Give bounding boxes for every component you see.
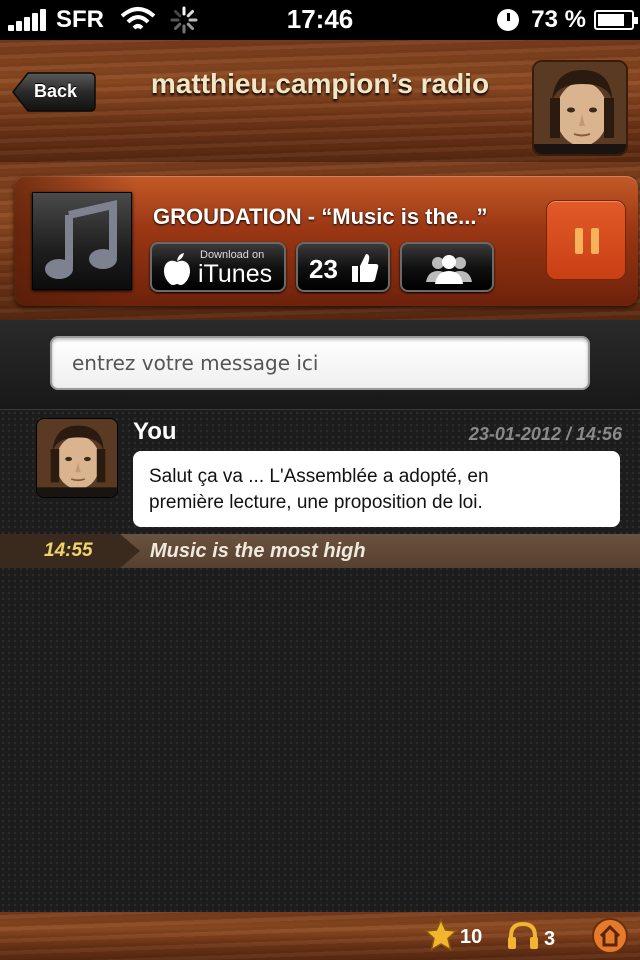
- album-art: [32, 192, 132, 290]
- star-icon: [424, 918, 458, 952]
- listener-count: 3: [544, 928, 556, 950]
- message-text-line: Salut ça va ... L'Assemblée a adopté, en: [149, 466, 489, 487]
- page-title: matthieu.campion’s radio: [150, 68, 490, 99]
- message-text-line: première lecture, une proposition de loi…: [149, 492, 483, 513]
- like-button[interactable]: 23: [296, 242, 390, 292]
- music-note-icon: [45, 199, 117, 279]
- home-button[interactable]: [592, 918, 628, 954]
- message-bubble: Salut ça va ... L'Assemblée a adopté, en…: [133, 451, 620, 527]
- message-date: 23-01-2012 / 14:56: [468, 424, 622, 444]
- thumbs-up-icon: [352, 254, 379, 282]
- star-count: 10: [460, 926, 483, 948]
- status-bar: SFR 17:46 73 %: [0, 0, 640, 40]
- group-icon: [426, 255, 472, 284]
- back-button[interactable]: Back: [12, 72, 96, 112]
- headphones-icon: [508, 921, 538, 949]
- track-event-time: 14:55: [44, 540, 93, 561]
- like-count: 23: [309, 254, 338, 284]
- listeners-button[interactable]: [400, 242, 494, 292]
- track-event-title: Music is the most high: [150, 540, 366, 562]
- message-avatar[interactable]: [36, 418, 118, 498]
- home-icon: [599, 925, 621, 947]
- message-input[interactable]: [50, 336, 590, 390]
- song-title: GROUDATION - “Music is the...”: [153, 204, 488, 229]
- battery-icon: [594, 10, 638, 30]
- apple-icon: [164, 253, 190, 285]
- back-label: Back: [34, 81, 78, 101]
- battery-percent: 73 %: [531, 6, 586, 33]
- pause-button[interactable]: [546, 200, 626, 280]
- message-author: You: [133, 418, 177, 445]
- radio-owner-avatar[interactable]: [532, 60, 628, 156]
- itunes-label: iTunes: [198, 260, 273, 288]
- download-itunes-button[interactable]: Download on iTunes: [150, 242, 286, 292]
- alarm-clock-icon: [497, 9, 520, 31]
- pause-icon: [575, 228, 583, 254]
